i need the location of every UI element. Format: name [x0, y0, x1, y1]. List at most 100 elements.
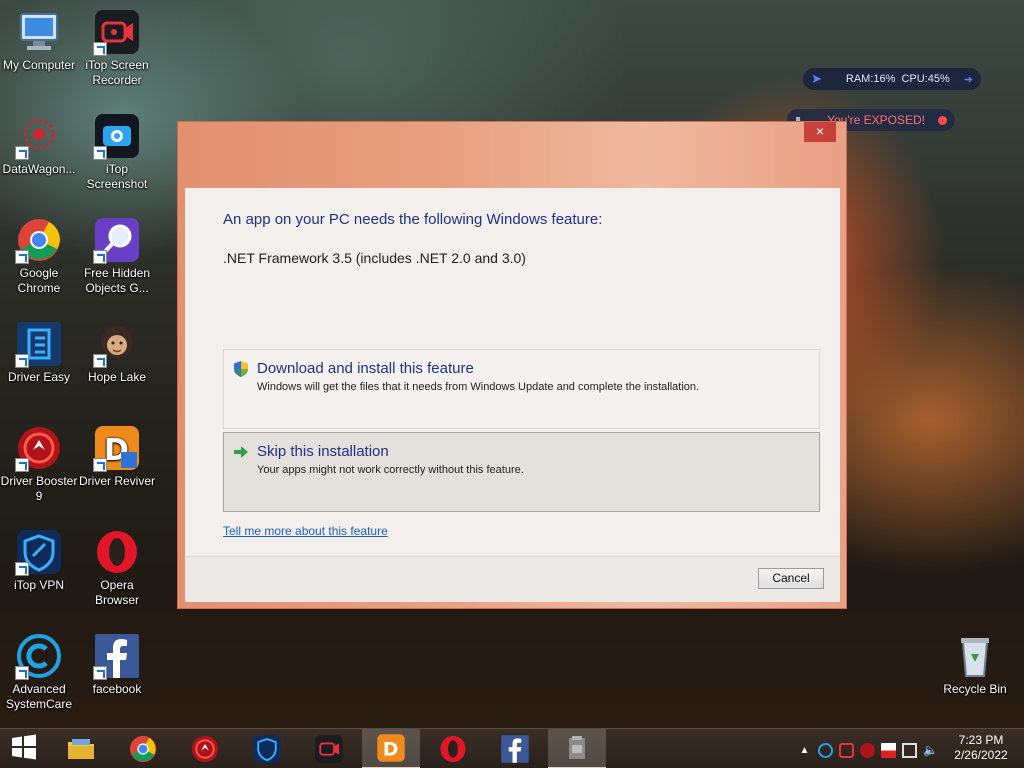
- desktop-icon-facebook[interactable]: facebook: [77, 632, 157, 697]
- computer-icon: [15, 8, 63, 56]
- shortcut-arrow-icon: [93, 666, 107, 680]
- desktop-icon-driver-easy[interactable]: Driver Easy: [0, 320, 79, 385]
- option-title: Skip this installation: [257, 443, 389, 460]
- driver-reviver-icon: D: [93, 424, 141, 472]
- desktop-icon-opera-browser[interactable]: Opera Browser: [77, 528, 157, 608]
- vpn-icon: [253, 735, 281, 763]
- driver-easy-icon: [15, 320, 63, 368]
- shortcut-arrow-icon: [15, 250, 29, 264]
- installer-icon: [569, 736, 585, 759]
- desktop-icon-itop-screen-recorder[interactable]: iTop Screen Recorder: [77, 8, 157, 88]
- network-icon[interactable]: [902, 742, 917, 758]
- cpu-usage: CPU:45%: [901, 73, 950, 85]
- performance-widget[interactable]: ➤ RAM:16% CPU:45% ➜: [803, 68, 981, 90]
- chrome-icon: [129, 735, 157, 763]
- shortcut-arrow-icon: [93, 146, 107, 160]
- option-skip-installation[interactable]: Skip this installation Your apps might n…: [223, 432, 820, 512]
- taskbar-clock[interactable]: 7:23 PM 2/26/2022: [946, 733, 1016, 763]
- opera-icon: [93, 528, 141, 576]
- desktop-icon-label: Free Hidden Objects G...: [83, 266, 151, 295]
- desktop-icon-label: Opera Browser: [94, 578, 139, 607]
- desktop-icon-label: Google Chrome: [17, 266, 61, 295]
- status-dot-icon: [938, 115, 947, 125]
- desktop-icon-driver-booster[interactable]: Driver Booster 9: [0, 424, 79, 504]
- shield-icon: [232, 360, 250, 378]
- taskbar-installer[interactable]: [548, 729, 606, 768]
- green-arrow-icon: [232, 443, 250, 461]
- driver-booster-icon: [191, 735, 219, 763]
- windows-logo-icon: [9, 732, 39, 767]
- shortcut-arrow-icon: [93, 458, 107, 472]
- arrow-right-icon: ➜: [963, 73, 973, 86]
- desktop-icon-label: Recycle Bin: [943, 682, 1007, 696]
- system-tray: ▲ 🔈: [797, 741, 938, 759]
- vpn-icon: [15, 528, 63, 576]
- desktop-icon-hope-lake[interactable]: Hope Lake: [77, 320, 157, 385]
- taskbar-driver-reviver[interactable]: D: [362, 729, 420, 768]
- clock-time: 7:23 PM: [958, 733, 1004, 747]
- feature-name: .NET Framework 3.5 (includes .NET 2.0 an…: [223, 250, 526, 266]
- desktop-icon-label: Driver Booster 9: [0, 474, 78, 503]
- desktop-icon-google-chrome[interactable]: Google Chrome: [0, 216, 79, 296]
- start-button[interactable]: [0, 729, 48, 768]
- desktop-icon-label: iTop Screenshot: [86, 162, 148, 191]
- chrome-icon: [15, 216, 63, 264]
- taskbar-chrome[interactable]: [114, 729, 172, 768]
- screen-recorder-tray-icon[interactable]: [839, 742, 854, 758]
- clock-date: 2/26/2022: [954, 748, 1008, 762]
- driver-reviver-icon: D: [377, 734, 405, 762]
- opera-icon: [440, 735, 466, 763]
- action-center-flag-icon[interactable]: [881, 742, 896, 758]
- taskbar-itop-vpn[interactable]: [238, 729, 296, 768]
- systemcare-tray-icon[interactable]: [818, 742, 833, 758]
- desktop-icon-driver-reviver[interactable]: D Driver Reviver: [77, 424, 157, 489]
- desktop-icon-advanced-systemcare[interactable]: Advanced SystemCare: [0, 632, 79, 712]
- taskbar-driver-booster[interactable]: [176, 729, 234, 768]
- driver-booster-icon: [15, 424, 63, 472]
- option-description: Windows will get the files that it needs…: [257, 381, 700, 393]
- desktop-icon-my-computer[interactable]: My Computer: [0, 8, 79, 73]
- desktop-icon-label: facebook: [92, 682, 142, 696]
- windows-features-dialog: × An app on your PC needs the following …: [177, 121, 847, 609]
- show-hidden-icons-icon[interactable]: ▲: [797, 743, 812, 758]
- datawagon-icon: [15, 112, 63, 160]
- close-button[interactable]: ×: [804, 122, 836, 142]
- desktop-icon-free-hidden-objects[interactable]: Free Hidden Objects G...: [77, 216, 157, 296]
- magnifier-icon: [93, 216, 141, 264]
- dialog-heading: An app on your PC needs the following Wi…: [223, 211, 603, 228]
- facebook-icon: [501, 735, 529, 763]
- option-download-install[interactable]: Download and install this feature Window…: [223, 349, 820, 429]
- dialog-body: An app on your PC needs the following Wi…: [185, 188, 840, 602]
- shortcut-arrow-icon: [93, 250, 107, 264]
- desktop-icon-itop-vpn[interactable]: iTop VPN: [0, 528, 79, 593]
- cancel-button[interactable]: Cancel: [758, 568, 824, 589]
- screen-recorder-icon: [315, 735, 343, 763]
- learn-more-link[interactable]: Tell me more about this feature: [223, 524, 388, 538]
- shortcut-arrow-icon: [15, 354, 29, 368]
- shortcut-arrow-icon: [15, 562, 29, 576]
- taskbar: D ▲ 🔈 7:23 PM 2/26/2022: [0, 728, 1024, 768]
- taskbar-facebook[interactable]: [486, 729, 544, 768]
- desktop-icon-label: DataWagon...: [2, 162, 76, 176]
- systemcare-icon: [15, 632, 63, 680]
- desktop-icon-label: iTop Screen Recorder: [85, 58, 149, 87]
- desktop-icon-recycle-bin[interactable]: Recycle Bin: [935, 632, 1015, 697]
- volume-muted-icon[interactable]: 🔈: [923, 743, 938, 758]
- shortcut-arrow-icon: [93, 354, 107, 368]
- shortcut-arrow-icon: [15, 458, 29, 472]
- driver-booster-tray-icon[interactable]: [860, 742, 875, 758]
- desktop-icon-itop-screenshot[interactable]: iTop Screenshot: [77, 112, 157, 192]
- taskbar-file-explorer[interactable]: [52, 729, 110, 768]
- desktop-icon-label: Driver Easy: [7, 370, 70, 384]
- desktop-icon-label: iTop VPN: [13, 578, 65, 592]
- desktop-icon-label: My Computer: [2, 58, 76, 72]
- recycle-bin-icon: [951, 632, 999, 680]
- hope-lake-icon: [93, 320, 141, 368]
- desktop-icon-datawagon[interactable]: DataWagon...: [0, 112, 79, 177]
- taskbar-opera[interactable]: [424, 729, 482, 768]
- taskbar-itop-screen-recorder[interactable]: [300, 729, 358, 768]
- facebook-icon: [93, 632, 141, 680]
- desktop-icon-label: Driver Reviver: [78, 474, 155, 488]
- rocket-icon: ➤: [811, 71, 822, 86]
- option-title: Download and install this feature: [257, 360, 474, 377]
